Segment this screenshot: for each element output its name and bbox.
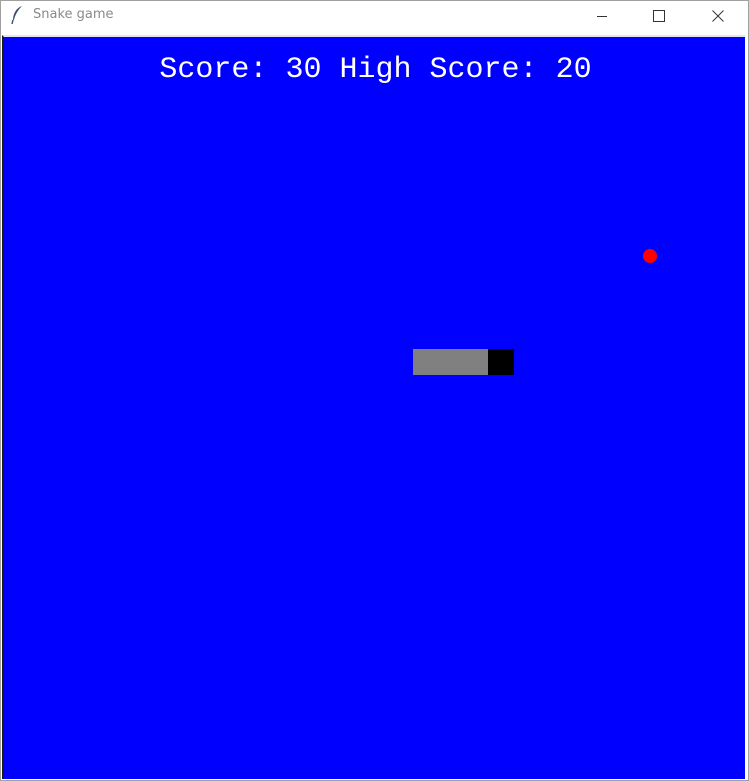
maximize-icon [652, 10, 665, 22]
food-pellet [643, 249, 657, 263]
minimize-icon [596, 16, 607, 17]
close-icon [711, 10, 724, 22]
high-score-label: High Score: [339, 53, 538, 87]
minimize-button[interactable] [573, 1, 630, 31]
title-bar[interactable]: Snake game [1, 1, 748, 31]
snake-body-segment [413, 349, 439, 375]
snake-head [488, 349, 514, 375]
game-canvas[interactable]: Score: 30 High Score: 20 [2, 35, 745, 779]
feather-icon [11, 6, 22, 25]
snake-body-segment [463, 349, 489, 375]
maximize-button[interactable] [630, 1, 687, 31]
score-display: Score: 30 High Score: 20 [4, 53, 747, 87]
game-window: Snake game Score: 30 High Score: 20 [0, 0, 749, 781]
close-button[interactable] [689, 1, 746, 31]
snake-body-segment [438, 349, 464, 375]
window-title: Snake game [33, 7, 114, 22]
high-score-value: 20 [555, 53, 592, 87]
score-value: 30 [285, 53, 322, 87]
score-label: Score: [159, 53, 268, 87]
